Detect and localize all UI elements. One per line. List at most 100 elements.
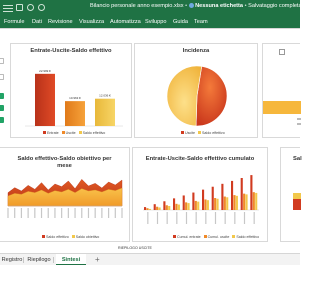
bar-1-6 — [204, 199, 207, 210]
x-tick-label — [185, 212, 188, 224]
x-tick-label — [121, 208, 123, 218]
bar-0-5 — [192, 192, 195, 210]
x-tick-label — [94, 208, 96, 218]
x-tick-label — [7, 208, 9, 218]
bar-1-2 — [165, 205, 168, 210]
bar-0-1 — [153, 204, 156, 210]
bar-2-10 — [245, 194, 248, 210]
legend-uscite: Uscite — [65, 131, 76, 135]
chart-entrate-uscite-saldo[interactable]: Entrate-Uscite-Saldo effettivo 22.999 €1… — [10, 43, 132, 138]
document-name[interactable]: Bilancio personale anno esempio.xlsx — [90, 3, 184, 9]
partial-area — [293, 198, 301, 210]
bar-1-8 — [223, 196, 226, 210]
data-label: 22.999 € — [39, 69, 51, 73]
x-tick-label — [253, 212, 255, 224]
add-sheet-icon[interactable]: + — [95, 255, 100, 265]
x-tick-label — [74, 208, 76, 218]
partial-bar — [263, 101, 301, 114]
x-tick-label — [166, 212, 168, 224]
x-tick-label — [214, 212, 217, 224]
x-tick-label — [47, 208, 49, 218]
tab-label: Riepilogo — [27, 257, 51, 263]
slicer-item[interactable] — [0, 105, 4, 111]
bar-1-4 — [185, 202, 188, 210]
save-status: Salvataggio completato — [248, 3, 307, 9]
x-tick-label — [20, 208, 23, 218]
bar-0-6 — [202, 189, 205, 210]
tab-label: Registro — [1, 257, 23, 263]
x-tick-label — [234, 212, 236, 224]
x-tick-label — [224, 212, 226, 224]
tab-label: Sintesi — [61, 257, 81, 263]
sidebar-toggle-icon[interactable] — [3, 3, 13, 13]
tab-team[interactable]: Team — [194, 19, 208, 25]
bar-1-1 — [156, 206, 159, 210]
bar-0-8 — [221, 183, 224, 210]
bar-2-4 — [187, 203, 190, 210]
legend-cumul-entrate: Cumul. entrate — [177, 235, 201, 239]
bar-0-4 — [182, 195, 185, 210]
redo-icon[interactable] — [38, 4, 45, 11]
bar-2-8 — [226, 197, 229, 210]
x-tick-label — [14, 208, 16, 218]
x-tick-label — [61, 208, 63, 218]
pie-chart-svg — [166, 65, 228, 127]
x-tick-label — [81, 208, 83, 218]
legend-swatch — [198, 131, 201, 134]
legend-swatch — [203, 235, 207, 238]
bar-0-3 — [173, 198, 176, 210]
x-tick-label — [176, 212, 178, 224]
chart-partial-top-right[interactable] — [262, 43, 301, 138]
bar-0-7 — [211, 186, 214, 210]
area-chart-svg — [7, 179, 123, 218]
bar-0-2 — [163, 201, 166, 210]
legend-entrate: Entrate — [47, 131, 59, 135]
x-tick-label — [156, 212, 159, 224]
checkbox-icon[interactable] — [279, 49, 285, 55]
tab-automatizza[interactable]: Automatizza — [110, 19, 141, 25]
tab-guida[interactable]: Guida — [173, 19, 188, 25]
chart-cumulato[interactable]: Entrate-Uscite-Saldo effettivo cumulato … — [132, 147, 268, 242]
tab-dati[interactable]: Dati — [32, 19, 42, 25]
legend-swatch — [78, 131, 82, 134]
slicer-item[interactable] — [0, 117, 4, 123]
bar-2-11 — [255, 192, 258, 210]
bar-0-10 — [240, 178, 243, 210]
x-tick-label — [114, 208, 116, 218]
tab-revisione[interactable]: Revisione — [48, 19, 73, 25]
undo-icon[interactable] — [27, 4, 34, 11]
sensitivity-label[interactable]: Nessuna etichetta — [195, 3, 243, 9]
slicer-item[interactable] — [0, 58, 4, 64]
chart-incidenza[interactable]: Incidenza Uscite Saldo effettivo — [134, 43, 258, 138]
chart-title: Sal — [293, 156, 302, 162]
chart-legend: Uscite Saldo effettivo — [179, 131, 225, 135]
legend-saldo-effettivo: Saldo effettivo — [46, 235, 69, 239]
bar-0-11 — [250, 175, 253, 210]
bar-2-6 — [206, 200, 209, 210]
slicer-item[interactable] — [0, 93, 4, 99]
chart-saldo-per-mese[interactable]: Saldo effettivo-Saldo obiettivo per mese… — [0, 147, 130, 242]
bar-0-0 — [144, 207, 147, 210]
slicer-item[interactable] — [0, 74, 4, 80]
title-bar: Bilancio personale anno esempio.xlsx • Ne… — [0, 0, 306, 16]
legend-cumul-uscite: Cumul. uscite — [207, 235, 230, 239]
legend-saldo-obiettivo: Saldo obiettivo — [75, 235, 100, 239]
chart-legend: Saldo effettivo Saldo obiettivo — [40, 235, 99, 239]
sheet-tab-bar: Registro Riepilogo Sintesi + — [0, 253, 300, 266]
save-icon[interactable] — [16, 4, 23, 11]
label-dot-icon — [189, 3, 195, 8]
tab-sviluppo[interactable]: Sviluppo — [145, 19, 166, 25]
tab-formule[interactable]: Formule — [4, 19, 25, 25]
data-label: 12.036 € — [99, 94, 111, 98]
partial-legend-mark — [297, 118, 301, 120]
bar-1-0 — [146, 208, 149, 210]
x-tick-label — [195, 212, 197, 224]
x-tick-label — [101, 208, 103, 218]
bar-2-1 — [158, 207, 161, 210]
bar-0-9 — [231, 180, 234, 210]
legend-swatch — [173, 235, 176, 238]
tab-visualizza[interactable]: Visualizza — [79, 19, 104, 25]
bar-2-5 — [197, 201, 200, 210]
chart-partial-bottom-right[interactable]: Sal — [280, 147, 302, 242]
bar-1 — [65, 101, 85, 126]
